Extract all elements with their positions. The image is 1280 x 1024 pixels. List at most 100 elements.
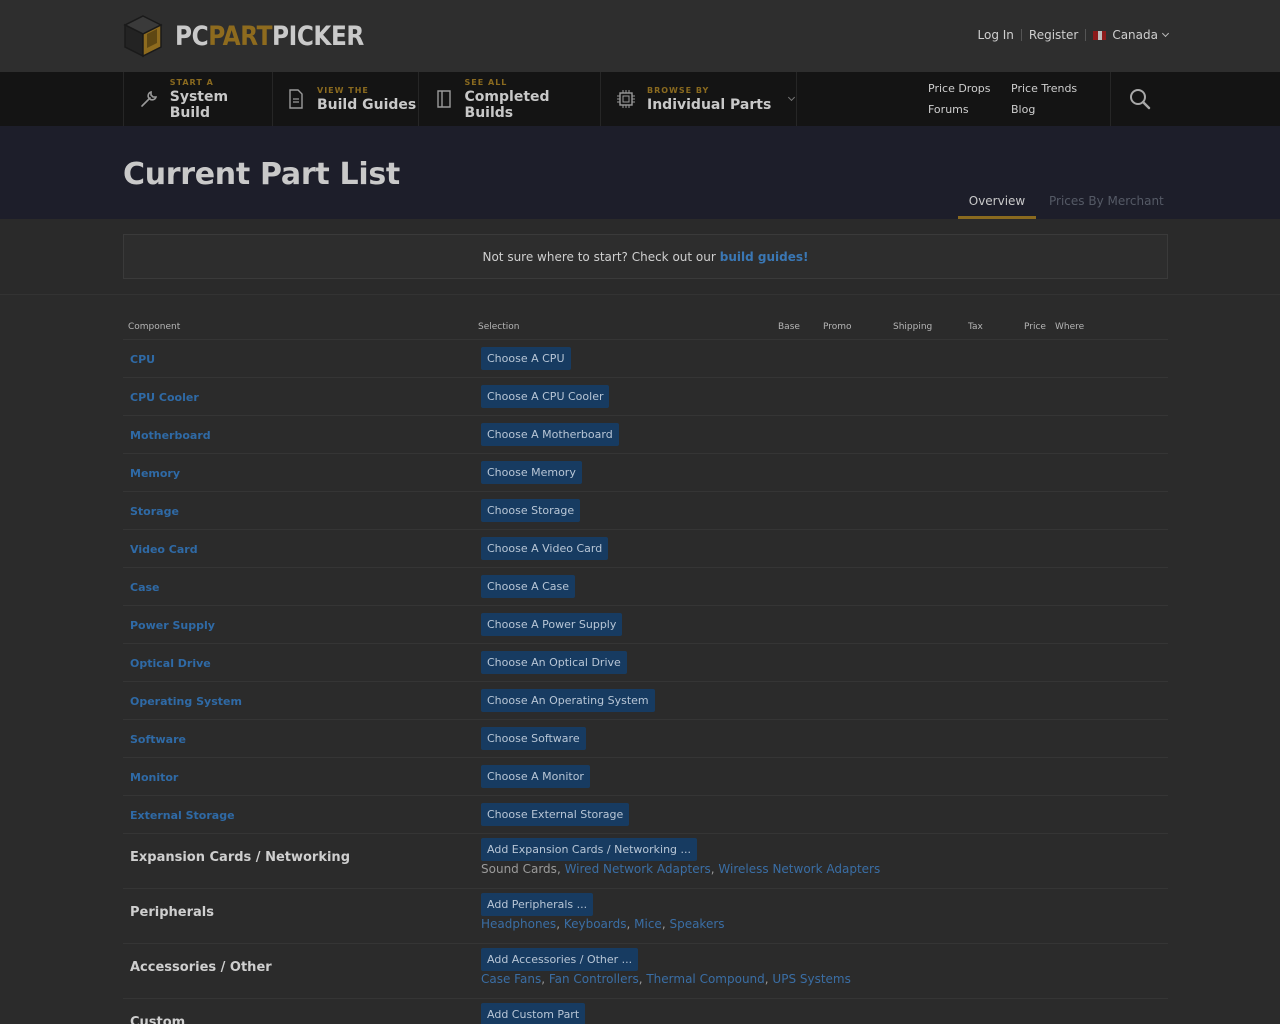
price-drops-link[interactable]: Price Drops: [928, 82, 1011, 95]
table-row: Monitor Choose A Monitor: [123, 758, 1168, 796]
choose-part-button[interactable]: Choose An Optical Drive: [481, 651, 627, 674]
nav-individual-parts[interactable]: BROWSE BY Individual Parts: [601, 72, 797, 126]
component-link[interactable]: CPU Cooler: [130, 391, 199, 404]
subcategory-link[interactable]: Mice: [634, 917, 662, 931]
add-part-button[interactable]: Add Expansion Cards / Networking ...: [481, 838, 698, 861]
register-link[interactable]: Register: [1029, 28, 1078, 42]
table-row: Optical Drive Choose An Optical Drive: [123, 644, 1168, 682]
canada-flag-icon: [1093, 30, 1107, 40]
top-header: PCPARTPICKER Log In Register Canada: [0, 0, 1280, 72]
subcategory-list: Headphones, Keyboards, Mice, Speakers: [481, 917, 725, 931]
table-row: Video Card Choose A Video Card: [123, 530, 1168, 568]
extra-category-rows: Expansion Cards / Networking Add Expansio…: [123, 834, 1168, 1024]
component-link[interactable]: Case: [130, 581, 160, 594]
choose-part-button[interactable]: Choose External Storage: [481, 803, 630, 826]
subcategory-link[interactable]: UPS Systems: [772, 972, 850, 986]
add-part-button[interactable]: Add Peripherals ...: [481, 893, 594, 916]
choose-part-button[interactable]: Choose A Motherboard: [481, 423, 619, 446]
subcategory-link[interactable]: Case Fans: [481, 972, 541, 986]
price-trends-link[interactable]: Price Trends: [1011, 82, 1101, 95]
search-button[interactable]: [1110, 72, 1168, 126]
chevron-down-icon: [1161, 29, 1170, 38]
category-label: Expansion Cards / Networking: [130, 850, 350, 865]
choose-part-button[interactable]: Choose A Monitor: [481, 765, 590, 788]
table-row: Power Supply Choose A Power Supply: [123, 606, 1168, 644]
choose-part-button[interactable]: Choose A CPU Cooler: [481, 385, 610, 408]
nav-secondary-links: Price Drops Price Trends Forums Blog: [928, 82, 1101, 116]
table-row: Software Choose Software: [123, 720, 1168, 758]
wrench-icon: [138, 88, 160, 110]
component-link[interactable]: Power Supply: [130, 619, 215, 632]
subcategory-link[interactable]: Headphones: [481, 917, 556, 931]
nav-system-build[interactable]: START A System Build: [123, 72, 273, 126]
part-list-table: Component Selection Base Promo Shipping …: [123, 322, 1168, 1024]
add-part-button[interactable]: Add Custom Part: [481, 1003, 586, 1024]
nav-label: Individual Parts: [647, 96, 772, 113]
blog-link[interactable]: Blog: [1011, 103, 1101, 116]
choose-part-button[interactable]: Choose A Case: [481, 575, 576, 598]
tab-prices-by-merchant[interactable]: Prices By Merchant: [1049, 194, 1164, 216]
country-select[interactable]: Canada: [1093, 28, 1170, 42]
column-header: Promo: [823, 322, 852, 332]
divider: [1085, 29, 1087, 41]
nav-eyebrow: START A: [169, 77, 214, 87]
component-link[interactable]: Storage: [130, 505, 179, 518]
choose-part-button[interactable]: Choose Memory: [481, 461, 582, 484]
component-link[interactable]: CPU: [130, 353, 155, 366]
column-header: Base: [778, 322, 800, 332]
site-logo[interactable]: PCPARTPICKER: [123, 14, 395, 58]
nav-completed-builds[interactable]: SEE ALL Completed Builds: [419, 72, 601, 126]
subcategory-list: Sound Cards, Wired Network Adapters, Wir…: [481, 862, 881, 876]
category-label: Peripherals: [130, 905, 214, 920]
choose-part-button[interactable]: Choose Storage: [481, 499, 581, 522]
component-link[interactable]: Monitor: [130, 771, 178, 784]
notice-box: Not sure where to start? Check out our b…: [123, 234, 1168, 279]
component-link[interactable]: Optical Drive: [130, 657, 211, 670]
choose-part-button[interactable]: Choose A Power Supply: [481, 613, 623, 636]
choose-part-button[interactable]: Choose A Video Card: [481, 537, 609, 560]
nav-build-guides[interactable]: VIEW THE Build Guides: [273, 72, 419, 126]
add-part-button[interactable]: Add Accessories / Other ...: [481, 948, 639, 971]
component-link[interactable]: Operating System: [130, 695, 242, 708]
component-link[interactable]: Memory: [130, 467, 180, 480]
category-row: Custom Add Custom Part: [123, 999, 1168, 1024]
forums-link[interactable]: Forums: [928, 103, 1011, 116]
subcategory-list: Case Fans, Fan Controllers, Thermal Comp…: [481, 972, 851, 986]
subcategory-link[interactable]: Thermal Compound: [646, 972, 764, 986]
component-link[interactable]: Software: [130, 733, 186, 746]
table-row: Case Choose A Case: [123, 568, 1168, 606]
subcategory-link[interactable]: Speakers: [669, 917, 724, 931]
main-nav: START A System Build VIEW THE Build Guides…: [0, 72, 1280, 126]
component-link[interactable]: Video Card: [130, 543, 198, 556]
table-row: Memory Choose Memory: [123, 454, 1168, 492]
subcategory-link[interactable]: Keyboards: [564, 917, 627, 931]
login-link[interactable]: Log In: [978, 28, 1014, 42]
subcategory-link[interactable]: Wireless Network Adapters: [718, 862, 880, 876]
nav-eyebrow: BROWSE BY: [647, 85, 710, 95]
table-row: External Storage Choose External Storage: [123, 796, 1168, 834]
tab-overview[interactable]: Overview: [958, 194, 1036, 219]
divider: [1020, 29, 1022, 41]
book-icon: [433, 88, 455, 110]
subcategory-link[interactable]: Fan Controllers: [549, 972, 639, 986]
build-guides-link[interactable]: build guides!: [720, 250, 809, 264]
country-label: Canada: [1112, 28, 1158, 42]
subcategory-link[interactable]: Sound Cards: [481, 862, 557, 876]
choose-part-button[interactable]: Choose An Operating System: [481, 689, 655, 712]
notice-section: Not sure where to start? Check out our b…: [0, 219, 1280, 295]
subcategory-link[interactable]: Wired Network Adapters: [565, 862, 711, 876]
table-row: Operating System Choose An Operating Syst…: [123, 682, 1168, 720]
component-link[interactable]: External Storage: [130, 809, 235, 822]
box-logo-icon: [123, 15, 163, 58]
nav-label: System Build: [169, 88, 229, 121]
category-label: Custom: [130, 1015, 186, 1024]
component-link[interactable]: Motherboard: [130, 429, 211, 442]
column-header: Tax: [968, 322, 983, 332]
category-row: Peripherals Add Peripherals ... Headphones…: [123, 889, 1168, 944]
choose-part-button[interactable]: Choose A CPU: [481, 347, 571, 370]
nav-eyebrow: SEE ALL: [464, 77, 508, 87]
page-header: Current Part List Overview Prices By Mer…: [0, 126, 1280, 219]
choose-part-button[interactable]: Choose Software: [481, 727, 586, 750]
table-row: Storage Choose Storage: [123, 492, 1168, 530]
column-header: Price: [1024, 322, 1046, 332]
